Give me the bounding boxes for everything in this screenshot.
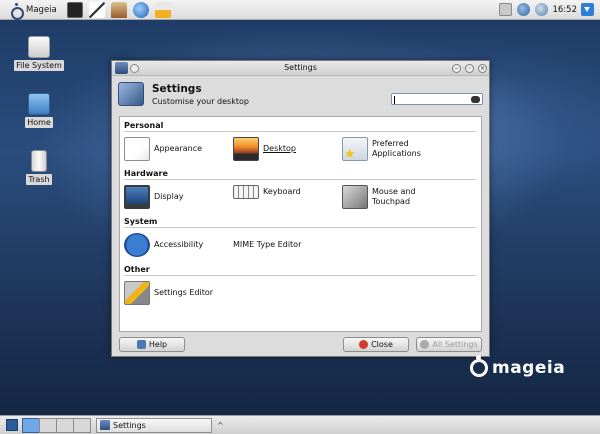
category-personal: Personal: [124, 121, 164, 130]
trash-icon: [31, 150, 47, 172]
back-arrow-icon: [420, 340, 430, 349]
search-input[interactable]: [391, 93, 483, 105]
desktop-icon-trash[interactable]: Trash: [14, 150, 64, 185]
application-menu-button[interactable]: Mageia: [6, 0, 61, 20]
category-hardware: Hardware: [124, 169, 168, 178]
terminal-icon[interactable]: [66, 1, 83, 18]
desktop-wallpaper-icon: [233, 137, 259, 161]
item-settings-editor[interactable]: Settings Editor: [124, 281, 213, 305]
item-label: MIME Type Editor: [233, 240, 302, 249]
settings-editor-icon: [124, 281, 150, 305]
text-editor-icon[interactable]: [88, 1, 105, 18]
help-button[interactable]: Help: [119, 337, 185, 352]
item-label: Preferred Applications: [372, 139, 421, 159]
desktop-icon-label: Home: [25, 117, 53, 128]
workspace-3[interactable]: [56, 417, 74, 433]
chevron-up-icon[interactable]: ^: [217, 421, 224, 430]
workspace-1[interactable]: [22, 417, 40, 433]
mouse-icon: [342, 185, 368, 209]
item-label-line2: Touchpad: [372, 197, 411, 206]
close-window-button[interactable]: ×: [478, 64, 487, 73]
taskbar-item-settings[interactable]: Settings: [96, 417, 212, 433]
system-tray: 16:52: [494, 0, 600, 20]
desktop-icon-home[interactable]: Home: [14, 93, 64, 128]
text-cursor: [394, 96, 395, 104]
mageia-menu-icon: [10, 3, 24, 20]
settings-task-icon: [100, 420, 110, 430]
item-label: Settings Editor: [154, 288, 214, 297]
application-menu-label: Mageia: [26, 4, 57, 15]
item-display[interactable]: Display: [124, 185, 184, 209]
item-label: Mouse and Touchpad: [372, 187, 416, 207]
globe-icon[interactable]: [516, 3, 530, 16]
preferred-applications-icon: [342, 137, 368, 162]
clock[interactable]: 16:52: [553, 5, 578, 15]
settings-icon: [118, 82, 144, 106]
close-button-label: Close: [371, 340, 393, 349]
window-titlebar[interactable]: Settings ‒ ◦ ×: [112, 61, 489, 76]
hard-drive-icon: [28, 36, 50, 58]
display-icon: [124, 185, 150, 209]
item-mime-type-editor[interactable]: MIME Type Editor: [233, 233, 301, 257]
close-button[interactable]: Close: [343, 337, 409, 352]
item-appearance[interactable]: Appearance: [124, 137, 202, 161]
settings-content: Personal Appearance Desktop Preferred Ap…: [119, 116, 482, 332]
network-icon[interactable]: [498, 3, 512, 16]
desktop-icon-label: Trash: [26, 174, 52, 185]
category-system: System: [124, 217, 158, 226]
window-title: Settings: [284, 63, 317, 72]
item-keyboard[interactable]: Keyboard: [233, 185, 301, 199]
divider: [124, 227, 476, 228]
item-accessibility[interactable]: Accessibility: [124, 233, 203, 257]
keyboard-icon: [233, 185, 259, 199]
header-subtitle: Customise your desktop: [152, 97, 249, 106]
bottom-panel: Settings ^: [0, 415, 600, 434]
all-settings-button-label: All Settings: [432, 340, 478, 349]
mageia-logo: mageia: [470, 355, 566, 378]
top-panel: Mageia 16:52: [0, 0, 600, 20]
update-icon[interactable]: [534, 3, 548, 16]
item-label: Accessibility: [154, 240, 204, 249]
desktop-icon-label: File System: [14, 60, 64, 71]
taskbar-item-label: Settings: [113, 420, 146, 430]
item-label: Keyboard: [263, 187, 301, 196]
divider: [124, 179, 476, 180]
item-mouse-and-touchpad[interactable]: Mouse and Touchpad: [342, 185, 416, 209]
desktop-icon-file-system[interactable]: File System: [14, 36, 64, 71]
maximize-button[interactable]: ◦: [465, 64, 474, 73]
item-preferred-applications[interactable]: Preferred Applications: [342, 137, 421, 162]
show-desktop-icon[interactable]: [6, 419, 18, 431]
mageia-logo-icon: [470, 355, 488, 377]
accessibility-icon: [124, 233, 150, 257]
appearance-icon: [124, 137, 150, 161]
divider: [124, 275, 476, 276]
window-header: Settings Customise your desktop: [112, 76, 489, 114]
divider: [124, 131, 476, 132]
close-icon: [359, 340, 369, 349]
help-button-label: Help: [148, 340, 168, 349]
item-label-line1: Preferred: [372, 139, 409, 148]
minimize-button[interactable]: ‒: [452, 64, 461, 73]
web-browser-icon[interactable]: [132, 1, 149, 18]
workspace-4[interactable]: [73, 417, 91, 433]
category-other: Other: [124, 265, 150, 274]
all-settings-button[interactable]: All Settings: [416, 337, 482, 352]
item-label-line1: Mouse and: [372, 187, 416, 196]
home-folder-icon: [28, 93, 50, 115]
item-label: Appearance: [154, 144, 203, 153]
item-label: Desktop: [263, 144, 296, 153]
header-title: Settings: [152, 83, 202, 95]
item-label-line2: Applications: [372, 149, 421, 158]
settings-window: Settings ‒ ◦ × Settings Customise your d…: [111, 60, 490, 357]
paint-icon[interactable]: [110, 1, 127, 18]
workspace-2[interactable]: [39, 417, 57, 433]
clear-search-icon[interactable]: [471, 96, 480, 103]
mageia-logo-text: mageia: [492, 358, 566, 378]
download-icon[interactable]: [581, 3, 594, 16]
item-desktop[interactable]: Desktop: [233, 137, 296, 161]
item-label: Display: [154, 192, 184, 201]
workspace-pager: [22, 417, 91, 433]
scanner-icon[interactable]: [154, 1, 171, 18]
help-icon: [136, 340, 146, 349]
